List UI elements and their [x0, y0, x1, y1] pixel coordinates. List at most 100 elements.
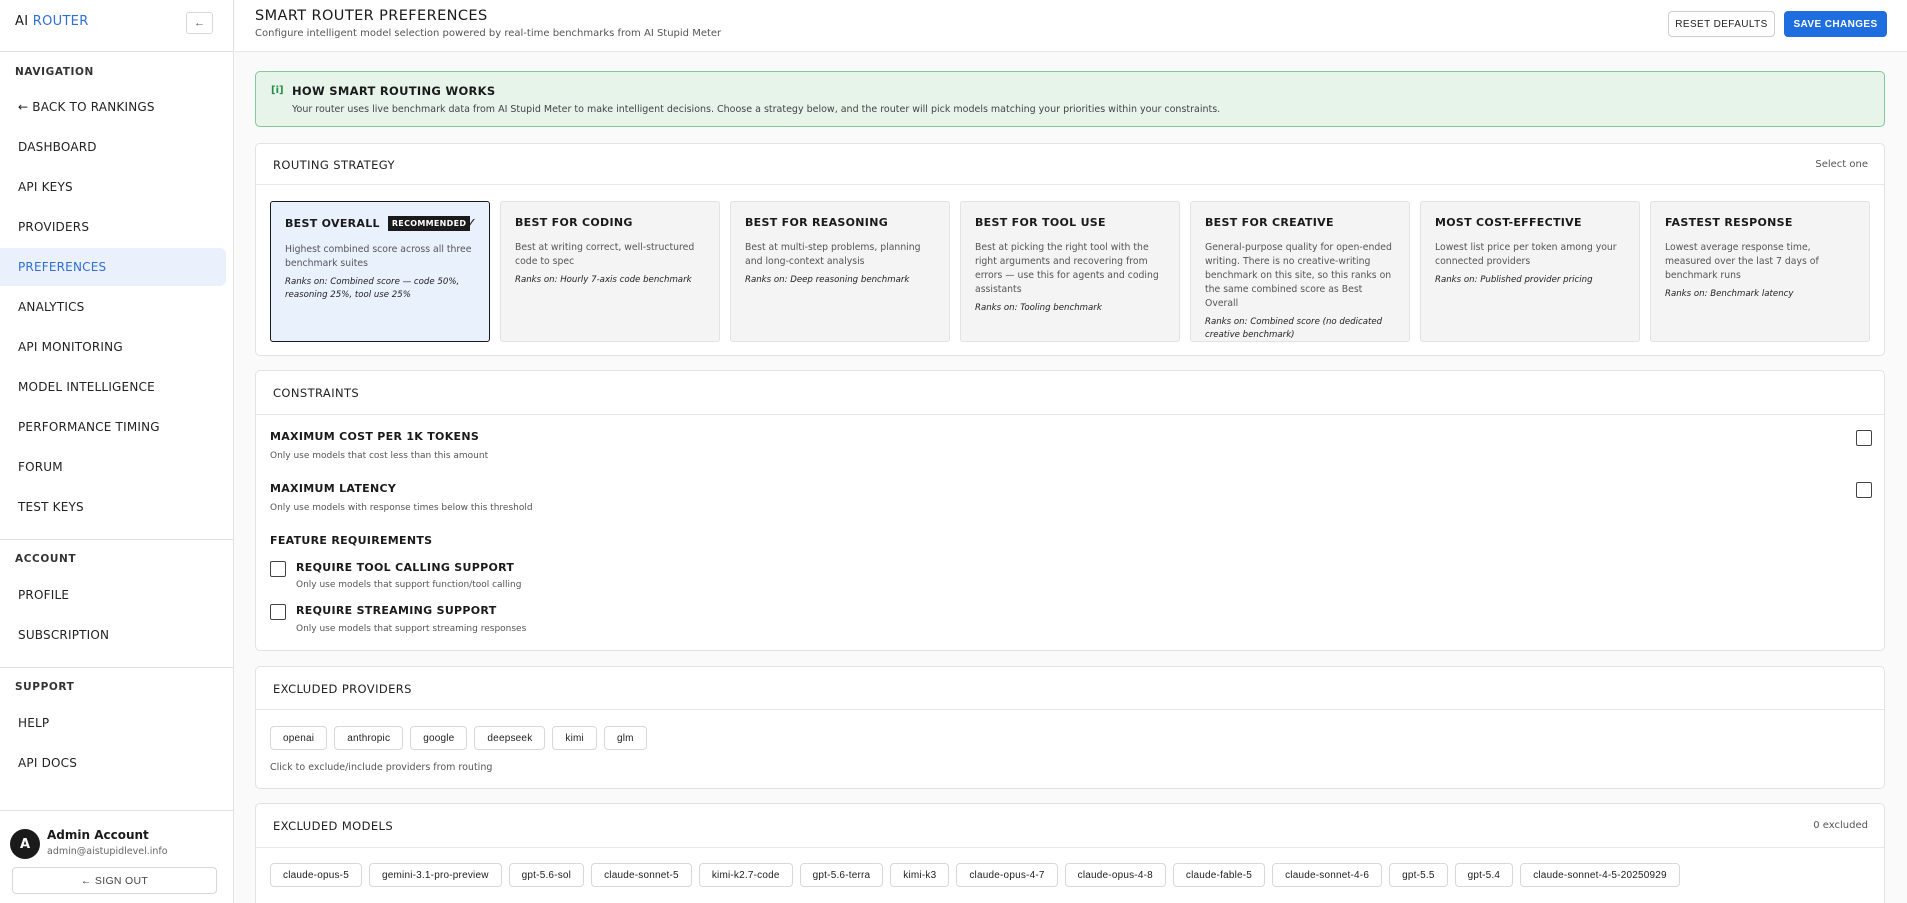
tool-calling-checkbox[interactable] [270, 561, 286, 577]
section-title-navigation: NAVIGATION [15, 66, 94, 78]
feature-requirements-title: FEATURE REQUIREMENTS [270, 534, 433, 547]
info-title: HOW SMART ROUTING WORKS [292, 84, 496, 98]
provider-chip-anthropic[interactable]: anthropic [334, 726, 404, 750]
max-latency-help: Only use models with response times belo… [270, 503, 533, 513]
model-chip[interactable]: claude-opus-5 [270, 863, 362, 887]
nav-analytics[interactable]: ANALYTICS [0, 288, 226, 326]
strategy-best-for-tool-use[interactable]: BEST FOR TOOL USE Best at picking the ri… [960, 201, 1180, 342]
model-chip[interactable]: kimi-k2.7-code [698, 863, 793, 887]
model-chip[interactable]: gpt-5.4 [1454, 863, 1514, 887]
strategy-ranking-basis: Ranks on: Deep reasoning benchmark [745, 275, 910, 285]
max-latency-checkbox[interactable] [1856, 482, 1872, 498]
excluded-count: 0 excluded [1813, 820, 1868, 831]
card-header: CONSTRAINTS [256, 371, 1884, 415]
section-title-account: ACCOUNT [15, 553, 77, 565]
strategy-best-for-reasoning[interactable]: BEST FOR REASONING Best at multi-step pr… [730, 201, 950, 342]
strategy-fastest-response[interactable]: FASTEST RESPONSE Lowest average response… [1650, 201, 1870, 342]
sign-out-button[interactable]: ← SIGN OUT [12, 867, 217, 894]
card-header: EXCLUDED PROVIDERS [256, 667, 1884, 710]
provider-chip-kimi[interactable]: kimi [552, 726, 597, 750]
brand-accent: ROUTER [32, 14, 89, 29]
strategy-ranking-basis: Ranks on: Hourly 7-axis code benchmark [515, 275, 692, 285]
strategy-ranking-basis: Ranks on: Combined score (no dedicated c… [1205, 317, 1383, 340]
strategy-description: Best at picking the right tool with the … [975, 242, 1159, 295]
model-chip[interactable]: claude-sonnet-5 [591, 863, 692, 887]
strategy-ranking-basis: Ranks on: Combined score — code 50%, rea… [285, 277, 460, 300]
strategy-title: BEST OVERALL [285, 217, 380, 230]
page-subtitle: Configure intelligent model selection po… [255, 28, 722, 39]
nav-dashboard[interactable]: DASHBOARD [0, 128, 226, 166]
card-title: EXCLUDED PROVIDERS [273, 682, 412, 696]
divider [0, 539, 233, 540]
model-chip[interactable]: gpt-5.6-sol [508, 863, 585, 887]
provider-chip-list: openai anthropic google deepseek kimi gl… [270, 726, 647, 750]
info-banner: [i] HOW SMART ROUTING WORKS Your router … [255, 71, 1885, 127]
model-chip[interactable]: kimi-k3 [890, 863, 950, 887]
strategy-best-for-creative[interactable]: BEST FOR CREATIVE General-purpose qualit… [1190, 201, 1410, 342]
streaming-checkbox[interactable] [270, 604, 286, 620]
model-chip[interactable]: claude-sonnet-4-5-20250929 [1520, 863, 1680, 887]
provider-chip-openai[interactable]: openai [270, 726, 328, 750]
nav-api-docs[interactable]: API DOCS [0, 744, 226, 782]
model-chip[interactable]: claude-sonnet-4-6 [1272, 863, 1383, 887]
user-panel: A Admin Account admin@aistupidlevel.info… [0, 810, 233, 903]
provider-chip-deepseek[interactable]: deepseek [474, 726, 546, 750]
strategy-ranking-basis: Ranks on: Published provider pricing [1435, 275, 1593, 285]
strategy-description: Best at multi-step problems, planning an… [745, 242, 921, 267]
section-title-support: SUPPORT [15, 681, 75, 693]
nav-preferences[interactable]: PREFERENCES [0, 248, 226, 286]
reset-defaults-button[interactable]: RESET DEFAULTS [1668, 11, 1775, 37]
tool-calling-help: Only use models that support function/to… [296, 580, 522, 590]
checkmark-icon: ✓ [466, 216, 477, 231]
streaming-label[interactable]: REQUIRE STREAMING SUPPORT [296, 604, 497, 617]
max-latency-label: MAXIMUM LATENCY [270, 482, 397, 495]
nav-forum[interactable]: FORUM [0, 448, 226, 486]
strategy-name: BEST OVERALL RECOMMENDED [285, 216, 477, 231]
max-cost-help: Only use models that cost less than this… [270, 451, 489, 461]
strategy-best-overall[interactable]: BEST OVERALL RECOMMENDED ✓ Highest combin… [270, 201, 490, 342]
nav-api-keys[interactable]: API KEYS [0, 168, 226, 206]
brand-logo[interactable]: AI ROUTER [15, 14, 89, 29]
provider-chip-glm[interactable]: glm [603, 726, 647, 750]
nav-performance-timing[interactable]: PERFORMANCE TIMING [0, 408, 226, 446]
model-chip-list: claude-opus-5 gemini-3.1-pro-preview gpt… [270, 863, 1870, 887]
nav-test-keys[interactable]: TEST KEYS [0, 488, 226, 526]
nav-api-monitoring[interactable]: API MONITORING [0, 328, 226, 366]
max-cost-checkbox[interactable] [1856, 430, 1872, 446]
strategy-name: MOST COST-EFFECTIVE [1435, 216, 1582, 229]
tool-calling-label[interactable]: REQUIRE TOOL CALLING SUPPORT [296, 561, 514, 574]
strategy-best-for-coding[interactable]: BEST FOR CODING Best at writing correct,… [500, 201, 720, 342]
nav-providers[interactable]: PROVIDERS [0, 208, 226, 246]
brand-prefix: AI [15, 14, 29, 29]
strategy-name: BEST FOR CODING [515, 216, 633, 229]
model-chip[interactable]: gemini-3.1-pro-preview [368, 863, 502, 887]
avatar: A [10, 829, 40, 859]
card-header: ROUTING STRATEGY Select one [256, 144, 1884, 185]
nav-help[interactable]: HELP [0, 704, 226, 742]
user-name: Admin Account [47, 828, 149, 842]
collapse-sidebar-button[interactable]: ← [186, 12, 213, 34]
strategy-description: General-purpose quality for open-ended w… [1205, 242, 1392, 309]
recommended-badge: RECOMMENDED [387, 216, 471, 231]
max-cost-label: MAXIMUM COST PER 1K TOKENS [270, 430, 480, 443]
strategy-most-cost-effective[interactable]: MOST COST-EFFECTIVE Lowest list price pe… [1420, 201, 1640, 342]
excluded-models-card: EXCLUDED MODELS 0 excluded claude-opus-5… [255, 803, 1885, 903]
providers-help: Click to exclude/include providers from … [270, 762, 493, 773]
divider [0, 51, 233, 52]
nav-subscription[interactable]: SUBSCRIPTION [0, 616, 226, 654]
nav-model-intelligence[interactable]: MODEL INTELLIGENCE [0, 368, 226, 406]
strategy-name: FASTEST RESPONSE [1665, 216, 1793, 229]
nav-back-to-rankings[interactable]: ← BACK TO RANKINGS [0, 88, 226, 126]
strategy-description: Best at writing correct, well-structured… [515, 242, 695, 267]
info-icon: [i] [271, 85, 284, 96]
model-chip[interactable]: claude-opus-4-7 [956, 863, 1058, 887]
model-chip[interactable]: gpt-5.6-terra [799, 863, 884, 887]
save-changes-button[interactable]: SAVE CHANGES [1784, 11, 1887, 37]
model-chip[interactable]: claude-fable-5 [1172, 863, 1266, 887]
model-chip[interactable]: claude-opus-4-8 [1064, 863, 1166, 887]
info-text: Your router uses live benchmark data fro… [292, 104, 1221, 115]
nav-profile[interactable]: PROFILE [0, 576, 226, 614]
provider-chip-google[interactable]: google [410, 726, 468, 750]
page-header: SMART ROUTER PREFERENCES Configure intel… [235, 0, 1907, 52]
model-chip[interactable]: gpt-5.5 [1389, 863, 1448, 887]
